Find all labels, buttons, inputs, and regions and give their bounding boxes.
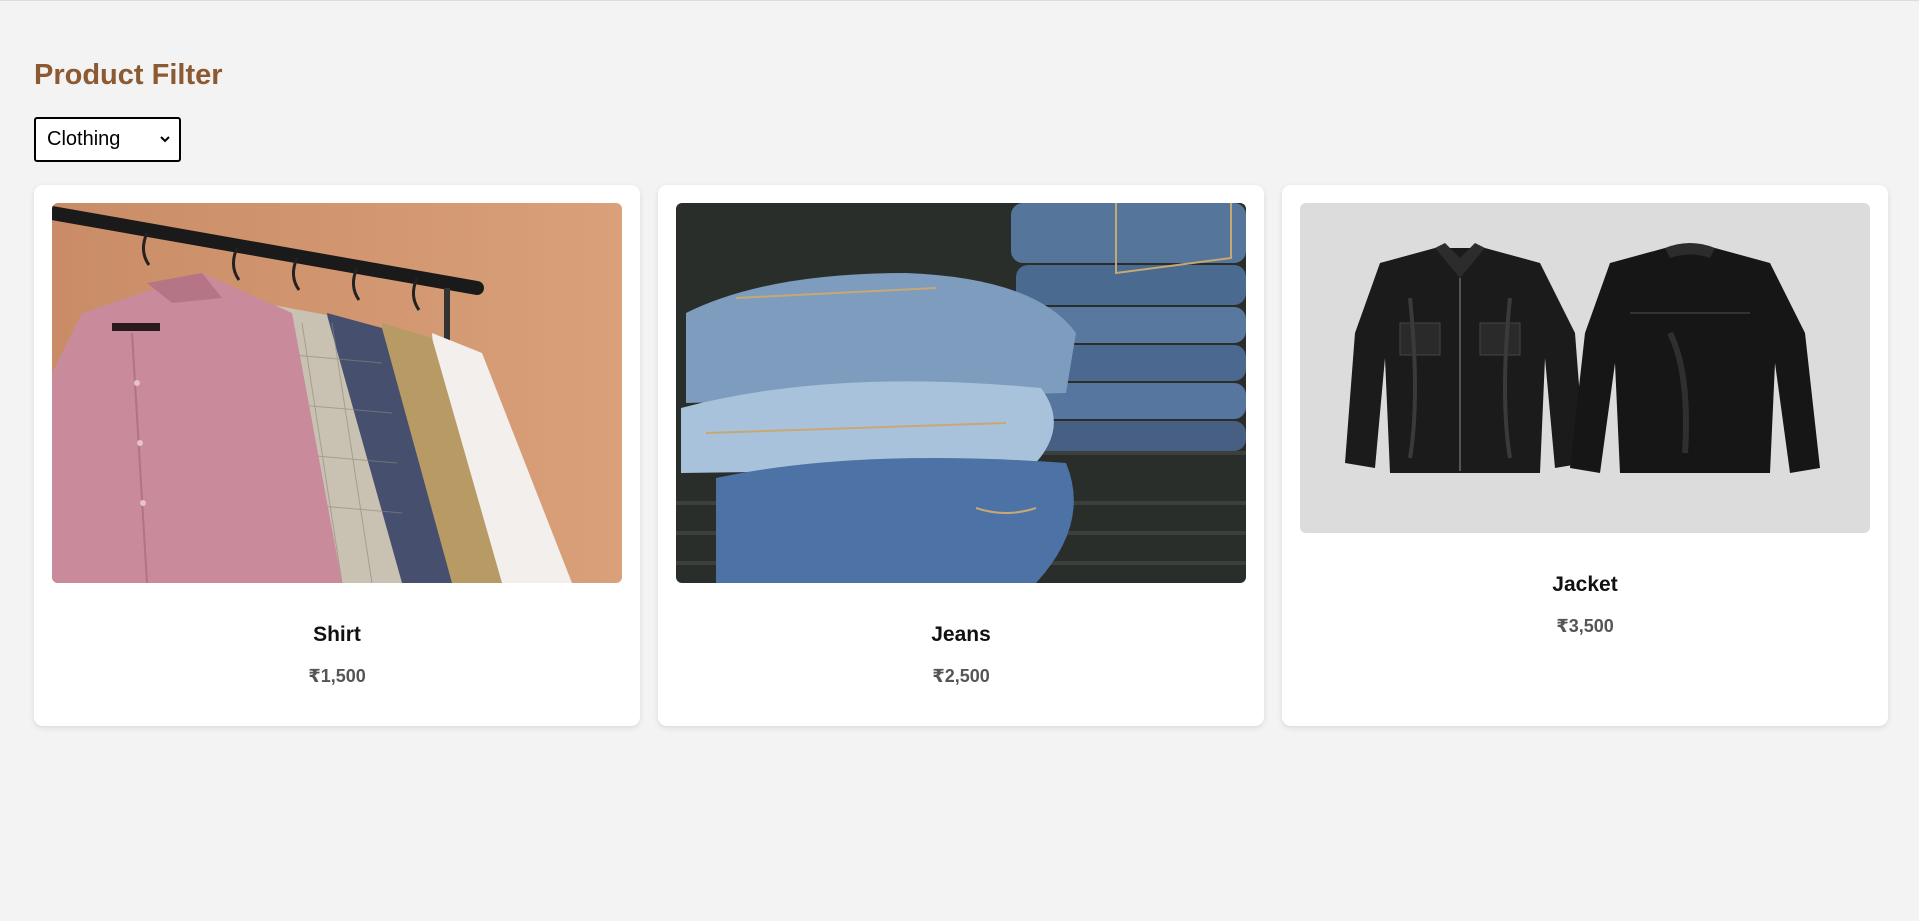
shirts-on-rack-image: [52, 203, 622, 583]
folded-jeans-image: [676, 203, 1246, 583]
product-name: Jeans: [931, 623, 991, 646]
product-card[interactable]: Jeans ₹2,500: [658, 185, 1264, 726]
product-name: Shirt: [313, 623, 361, 646]
product-name: Jacket: [1552, 573, 1618, 596]
product-price: ₹2,500: [932, 666, 990, 686]
product-card[interactable]: Jacket ₹3,500: [1282, 185, 1888, 726]
chevron-down-icon: [159, 128, 171, 151]
leather-jacket-image: [1300, 203, 1870, 533]
top-border: [0, 0, 1919, 1]
product-card[interactable]: Shirt ₹1,500: [34, 185, 640, 726]
page-title: Product Filter: [34, 59, 223, 91]
product-filter-page: Product Filter Clothing Shirt ₹1,500 Jea…: [34, 58, 1888, 726]
category-select[interactable]: Clothing: [34, 117, 181, 162]
product-price: ₹3,500: [1556, 616, 1614, 636]
product-price: ₹1,500: [308, 666, 366, 686]
product-grid: Shirt ₹1,500 Jeans ₹2,500 Jacket ₹3,500: [34, 185, 1888, 726]
category-select-value: Clothing: [47, 128, 121, 150]
